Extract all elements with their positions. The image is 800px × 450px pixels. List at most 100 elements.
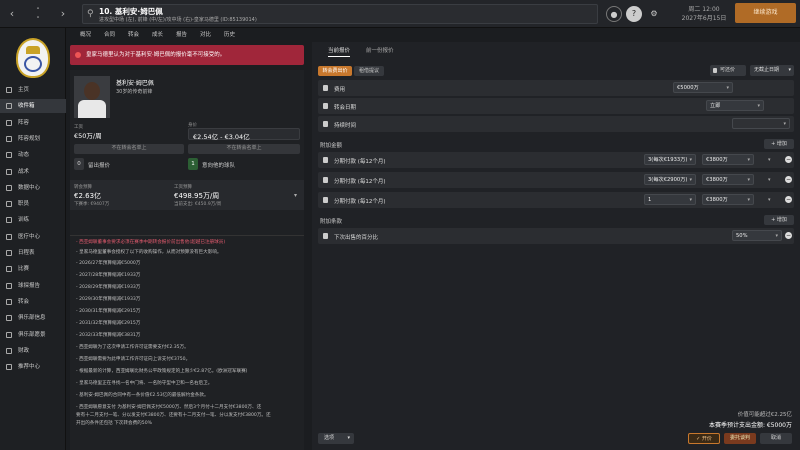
chevron-down-icon[interactable]: ▾ [768,197,771,203]
lock-icon [323,157,328,163]
help-icon[interactable]: ? [626,6,642,22]
chevron-down-icon: ▾ [775,233,778,239]
chevron-down-icon[interactable]: ▾ [768,177,771,183]
sidebar-item-home[interactable]: 主页 [0,83,66,97]
installment-label: 分期付款 (每12个月) [334,179,386,185]
add-fee-button[interactable]: + 增加 [764,139,794,149]
chevron-down-icon: ▾ [747,157,750,163]
down-arrow-icon[interactable]: ˅ [30,12,46,28]
sell-on-dropdown[interactable]: 50% ▾ [732,230,782,241]
remove-icon[interactable]: − [785,176,792,183]
menu-history[interactable]: 历史 [224,30,235,38]
sidebar-item-schedule[interactable]: 日程表 [0,246,66,260]
remove-icon[interactable]: − [785,156,792,163]
chevron-down-icon: ▾ [689,197,692,203]
wage-budget-label: 工资预算 [174,185,192,190]
sidebar-item-club-info[interactable]: 俱乐部信息 [0,311,66,325]
dynamics-icon [6,152,12,159]
deadline-dropdown[interactable]: 无截止日期 ▾ [750,65,794,76]
transfer-date-value: 立即 [710,103,721,109]
rejection-alert: 皇家马德里认为对于基利安·姆巴佩的报价毫不可接受的。 [70,45,304,65]
propose-button[interactable]: ✓ 开价 [688,433,720,444]
menu-development[interactable]: 成长 [152,30,163,38]
sidebar-item-training[interactable]: 训练 [0,213,66,227]
installment-count-dropdown[interactable]: 3(每次€2900万) ▾ [644,174,696,185]
sidebar-item-label: 俱乐部愿景 [18,331,46,338]
duration-row: 持续时间 ▾ [318,116,794,132]
player-card: 基利安·姆巴佩 30岁的传奇前锋 工资 €50万/周 身价 €2.54亿 - €… [70,70,304,235]
subtab-loan[interactable]: 租借提议 [354,66,384,76]
fee-label: 费用 [334,87,346,93]
sidebar-item-club-vision[interactable]: 俱乐部愿景 [0,328,66,342]
transfer-news: - 西亚姆联董事会要求必须在赛季中期转会报价前出售他(超越已注册球员) - 皇家马… [70,235,304,450]
duration-dropdown[interactable]: ▾ [732,118,790,129]
sidebar-item-inbox[interactable]: 收件箱 [0,99,66,114]
installment-label: 分期付款 (每12个月) [334,159,386,165]
remove-icon[interactable]: − [785,196,792,203]
remove-icon[interactable]: − [785,232,792,239]
tab-current-offer[interactable]: 当前报价 [328,46,351,57]
installment-amount-input[interactable]: €3800万 ▾ [702,154,754,165]
crest-circle-icon [24,56,42,72]
sidebar-item-scouting[interactable]: 球探报告 [0,279,66,293]
fee-input[interactable]: €5000万 ▾ [673,82,733,93]
cancel-button[interactable]: 取消 [760,433,792,444]
bids-count: 0 [74,158,84,170]
chevron-down-icon: ▾ [347,435,350,441]
training-icon [6,217,12,224]
installment-amount-input[interactable]: €3800万 ▾ [702,174,754,185]
add-fee-label: 增加 [776,141,787,147]
forward-icon[interactable]: › [55,6,71,22]
sidebar-item-dynamics[interactable]: 动态 [0,148,66,162]
options-dropdown[interactable]: 选项 ▾ [318,433,354,444]
sidebar-item-recommend[interactable]: 推荐中心 [0,360,66,374]
installment-amount-input[interactable]: €3800万 ▾ [702,194,754,205]
sidebar-item-tactics[interactable]: 战术 [0,165,66,179]
chevron-down-icon: ▾ [689,157,692,163]
sidebar-item-transfers[interactable]: 转会 [0,295,66,309]
club-crest-logo[interactable] [16,38,50,78]
add-clause-button[interactable]: + 增加 [764,215,794,225]
back-icon[interactable]: ‹ [4,6,20,22]
sidebar-item-squad-planning[interactable]: 阵容规划 [0,132,66,146]
lock-icon [323,233,328,239]
news-line: - 皇家马德里正在寻找一名中门将、一名防守型中卫和一名右后卫。 [76,381,213,386]
wage-value: €50万/周 [74,132,102,140]
profile-icon[interactable]: ● [606,6,622,22]
subtab-transfer-fee[interactable]: 转会费出价 [318,66,352,76]
negotiable-button[interactable]: 可还价 [710,65,746,76]
summary-value: 价值可能超过€2.25亿 [737,412,792,418]
menu-overview[interactable]: 概况 [80,30,91,38]
chevron-down-icon: ▾ [747,197,750,203]
interested-label[interactable]: 意向他的球队 [202,161,235,169]
menu-compare[interactable]: 对比 [200,30,211,38]
sidebar-item-label: 职员 [18,201,30,208]
tab-previous-offer[interactable]: 前一份报价 [366,46,394,54]
sidebar-item-staff[interactable]: 职员 [0,197,66,211]
chevron-down-icon[interactable]: ▾ [768,157,771,163]
news-line: - 2028/29年预算缩减€1933万 [76,285,141,290]
top-bar: ‹ ˄ ˅ › ⚲ 10. 基利安·姆巴佩 进攻型中场 (左), 前锋 (中/左… [0,0,800,28]
sidebar-item-finances[interactable]: 财政 [0,344,66,358]
chevron-down-icon[interactable]: ▾ [294,192,297,199]
menu-reports[interactable]: 报告 [176,30,187,38]
chevron-down-icon: ▾ [689,177,692,183]
sidebar-item-medical[interactable]: 医疗中心 [0,230,66,244]
budget-panel: 转会预算 €2.63亿 下赛季: €9407万 工资预算 €498.95万/周 … [70,180,304,210]
menu-transfer[interactable]: 转会 [128,30,139,38]
alert-text: 皇家马德里认为对于基利安·姆巴佩的报价毫不可接受的。 [86,52,226,58]
gear-icon[interactable]: ⚙ [646,6,662,22]
installment-count-dropdown[interactable]: 1 ▾ [644,194,696,205]
match-icon [6,266,12,273]
sidebar-item-data-hub[interactable]: 数据中心 [0,181,66,195]
continue-button[interactable]: 继续游戏 [735,3,796,23]
installment-count-dropdown[interactable]: 3(每次€1933万) ▾ [644,154,696,165]
menu-contract[interactable]: 合同 [104,30,115,38]
sidebar-item-match[interactable]: 比赛 [0,262,66,276]
sidebar-item-squad[interactable]: 阵容 [0,116,66,130]
wage-budget-sub: 当前支出: €450.9万/周 [174,202,222,207]
delegate-button[interactable]: 委托谈判 [724,433,756,444]
transfer-date-dropdown[interactable]: 立即 ▾ [706,100,764,111]
search-box[interactable]: ⚲ 10. 基利安·姆巴佩 进攻型中场 (左), 前锋 (中/左)/攻中场 (右… [82,4,598,24]
bids-label[interactable]: 留出报价 [88,161,110,169]
